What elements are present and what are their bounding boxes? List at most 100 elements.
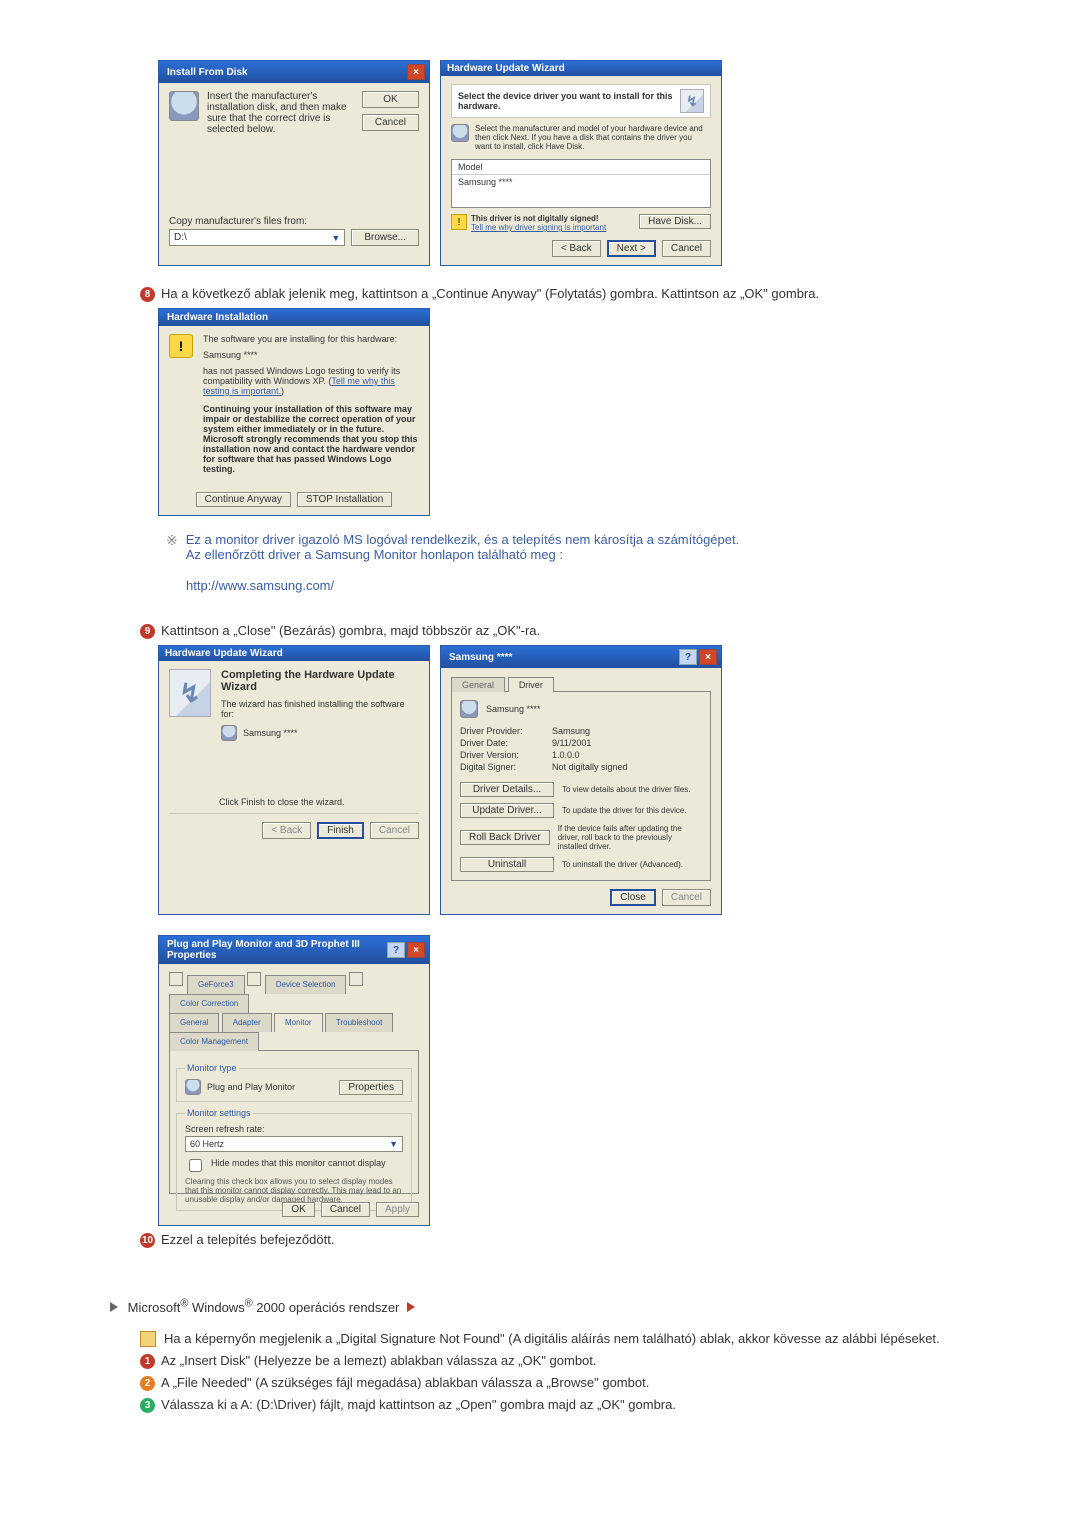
path-input[interactable]: D:\ ▼	[169, 229, 345, 246]
monitor-type-legend: Monitor type	[185, 1063, 239, 1073]
update-driver-button[interactable]: Update Driver...	[460, 803, 554, 818]
tab-general[interactable]: General	[451, 677, 505, 692]
uninstall-button[interactable]: Uninstall	[460, 857, 554, 872]
wizard-icon: ↯	[680, 89, 704, 113]
help-icon[interactable]: ?	[387, 942, 405, 958]
next-button[interactable]: Next >	[607, 240, 656, 257]
bullet-1: 1	[140, 1354, 155, 1369]
stop-installation-button[interactable]: STOP Installation	[297, 492, 392, 507]
hwi-bold: Continuing your installation of this sof…	[203, 404, 419, 474]
cancel-button: Cancel	[662, 889, 711, 906]
tell-me-link[interactable]: Tell me why driver signing is important	[471, 223, 606, 232]
complete-device: Samsung ****	[243, 728, 298, 738]
tab-general[interactable]: General	[169, 1013, 219, 1032]
finish-hint: Click Finish to close the wizard.	[169, 797, 419, 807]
step-8-text: Ha a következő ablak jelenik meg, kattin…	[161, 286, 819, 301]
wizard-desc: Select the manufacturer and model of you…	[475, 124, 711, 151]
bullet-10: 10	[140, 1233, 155, 1248]
hwi-line1: The software you are installing for this…	[203, 334, 419, 344]
tab-color-management[interactable]: Color Management	[169, 1032, 259, 1051]
red-arrow-icon	[407, 1302, 415, 1312]
warning-icon: !	[451, 214, 467, 230]
cancel-button[interactable]: Cancel	[321, 1202, 370, 1217]
continue-anyway-button[interactable]: Continue Anyway	[196, 492, 291, 507]
bullet-8: 8	[140, 287, 155, 302]
step-10-text: Ezzel a telepítés befejeződött.	[161, 1232, 334, 1247]
browse-button[interactable]: Browse...	[351, 229, 419, 246]
apply-button: Apply	[376, 1202, 419, 1217]
hwi-line3: has not passed Windows Logo testing to v…	[203, 366, 419, 396]
tab-troubleshoot[interactable]: Troubleshoot	[325, 1013, 393, 1032]
monitor-type-value: Plug and Play Monitor	[207, 1082, 333, 1092]
hide-modes-desc: Clearing this check box allows you to se…	[185, 1177, 403, 1204]
chevron-down-icon[interactable]: ▼	[389, 1139, 398, 1149]
instruction-text: Insert the manufacturer's installation d…	[207, 91, 354, 135]
properties-button[interactable]: Properties	[339, 1080, 403, 1095]
ok-button[interactable]: OK	[362, 91, 419, 108]
driver-properties-dialog: Samsung **** ? × General Driver Samsung …	[440, 645, 722, 915]
wizard-icon: ↯	[169, 669, 211, 717]
floppy-icon	[169, 91, 199, 121]
w2k-step3: Válassza ki a A: (D:\Driver) fájlt, majd…	[161, 1397, 676, 1412]
help-icon[interactable]: ?	[679, 649, 697, 665]
step-9-text: Kattintson a „Close" (Bezárás) gombra, m…	[161, 623, 540, 638]
model-value[interactable]: Samsung ****	[452, 175, 710, 207]
hardware-update-wizard-select: Hardware Update Wizard Select the device…	[440, 60, 722, 266]
win2000-header: Microsoft® Windows® 2000 operációs rends…	[128, 1300, 400, 1315]
install-from-disk-dialog: Install From Disk × Insert the manufactu…	[158, 60, 430, 266]
bullet-9: 9	[140, 624, 155, 639]
nvidia-icon	[169, 972, 183, 986]
tab-adapter[interactable]: Adapter	[222, 1013, 272, 1032]
close-icon[interactable]: ×	[407, 942, 425, 958]
copy-from-label: Copy manufacturer's files from:	[169, 216, 419, 227]
close-icon[interactable]: ×	[699, 649, 717, 665]
not-signed-text: This driver is not digitally signed!	[471, 214, 606, 223]
cancel-button[interactable]: Cancel	[662, 240, 711, 257]
refresh-select[interactable]: 60 Hertz ▼	[185, 1136, 403, 1152]
finish-button[interactable]: Finish	[317, 822, 364, 839]
back-button: < Back	[262, 822, 311, 839]
dialog-title: Hardware Update Wizard	[165, 648, 283, 659]
rollback-driver-button[interactable]: Roll Back Driver	[460, 830, 550, 845]
nvidia-icon	[349, 972, 363, 986]
tab-driver[interactable]: Driver	[508, 677, 554, 692]
bullet-3: 3	[140, 1398, 155, 1413]
cancel-button[interactable]: Cancel	[362, 114, 419, 131]
tab-color-correction[interactable]: Color Correction	[169, 994, 249, 1013]
tab-device-selection[interactable]: Device Selection	[265, 975, 347, 994]
hwi-line2: Samsung ****	[203, 350, 419, 360]
complete-heading: Completing the Hardware Update Wizard	[221, 669, 419, 693]
w2k-step1: Az „Insert Disk" (Helyezze be a lemezt) …	[161, 1353, 597, 1368]
dialog-title: Samsung ****	[449, 652, 512, 663]
hide-modes-label: Hide modes that this monitor cannot disp…	[211, 1158, 386, 1168]
close-icon[interactable]: ×	[407, 64, 425, 80]
section-arrow-icon	[110, 1302, 118, 1312]
model-header: Model	[452, 160, 710, 175]
hardware-installation-dialog: Hardware Installation ! The software you…	[158, 308, 430, 516]
close-button[interactable]: Close	[610, 889, 656, 906]
driver-details-button[interactable]: Driver Details...	[460, 782, 554, 797]
monitor-properties-dialog: Plug and Play Monitor and 3D Prophet III…	[158, 935, 430, 1226]
warning-icon: !	[169, 334, 193, 358]
chevron-down-icon[interactable]: ▼	[331, 233, 340, 243]
tab-monitor[interactable]: Monitor	[274, 1013, 323, 1032]
tab-geforce[interactable]: GeForce3	[187, 975, 245, 994]
nvidia-icon	[247, 972, 261, 986]
floppy-icon	[451, 124, 469, 142]
complete-line1: The wizard has finished installing the s…	[221, 699, 419, 719]
info-icon	[140, 1331, 156, 1347]
device-icon	[460, 700, 478, 718]
dialog-title: Install From Disk	[167, 67, 248, 78]
dialog-title: Hardware Update Wizard	[447, 63, 565, 74]
back-button[interactable]: < Back	[552, 240, 601, 257]
dialog-title: Plug and Play Monitor and 3D Prophet III…	[167, 939, 387, 961]
win2000-intro: Ha a képernyőn megjelenik a „Digital Sig…	[164, 1331, 940, 1346]
dialog-title: Hardware Installation	[167, 312, 268, 323]
monitor-icon	[185, 1079, 201, 1095]
monitor-settings-legend: Monitor settings	[185, 1108, 253, 1118]
have-disk-button[interactable]: Have Disk...	[639, 214, 711, 229]
samsung-url[interactable]: http://www.samsung.com/	[186, 578, 334, 593]
hide-modes-checkbox[interactable]	[189, 1159, 202, 1172]
note-line1: Ez a monitor driver igazoló MS logóval r…	[186, 532, 740, 547]
ok-button[interactable]: OK	[282, 1202, 314, 1217]
